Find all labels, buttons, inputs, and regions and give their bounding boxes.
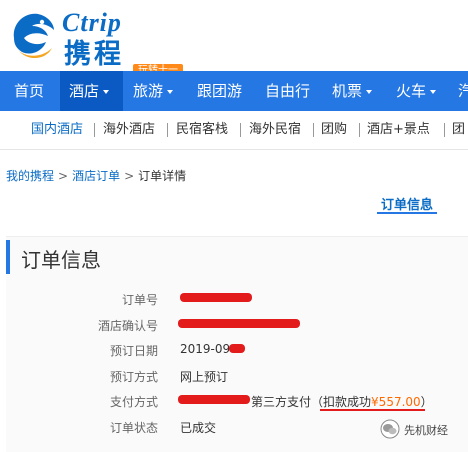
nav-item-label: 机票 bbox=[332, 82, 363, 100]
caret-down-icon bbox=[366, 89, 373, 94]
ctrip-logo[interactable]: Ctrip 携程 bbox=[8, 6, 188, 70]
subnav-item-hotel-plus-sight[interactable]: 酒店+景点 bbox=[367, 111, 430, 149]
subnav-item-group-buy[interactable]: 团购 bbox=[321, 111, 347, 149]
subnav-item-overseas-hotel[interactable]: 海外酒店 bbox=[103, 111, 155, 149]
caret-down-icon bbox=[167, 89, 174, 94]
redaction-mark bbox=[229, 344, 245, 353]
sub-nav: 国内酒店 海外酒店 民宿客栈 海外民宿 团购 酒店+景点 团 bbox=[0, 111, 468, 150]
nav-item-label: 旅游 bbox=[133, 82, 164, 100]
breadcrumb-separator: > bbox=[124, 169, 135, 183]
subnav-divider bbox=[167, 123, 168, 137]
nav-item-hotel[interactable]: 酒店 bbox=[60, 71, 123, 111]
subnav-item-overseas-homestay[interactable]: 海外民宿 bbox=[249, 111, 301, 149]
nav-item-trains[interactable]: 火车 bbox=[396, 71, 437, 111]
payment-amount: ¥557.00 bbox=[371, 395, 421, 409]
subnav-divider bbox=[359, 123, 360, 137]
nav-item-label: 自由行 bbox=[265, 82, 311, 100]
subnav-divider bbox=[240, 123, 241, 137]
brand-cn-name: 携程 bbox=[64, 39, 124, 70]
nav-item-group-tour[interactable]: 跟团游 bbox=[197, 71, 242, 111]
nav-item-label: 首页 bbox=[14, 82, 45, 100]
nav-item-label: 火车 bbox=[396, 82, 427, 100]
booking-method-value: 网上预订 bbox=[180, 370, 229, 384]
nav-item-travel[interactable]: 旅游 bbox=[133, 71, 174, 111]
watermark: 先机财经 bbox=[380, 418, 462, 440]
payment-method-label: 支付方式 bbox=[109, 395, 158, 409]
panel-accent-bar bbox=[6, 240, 10, 274]
subnav-divider bbox=[444, 123, 445, 137]
nav-item-free-travel[interactable]: 自由行 bbox=[265, 71, 310, 111]
order-no-label: 订单号 bbox=[121, 293, 158, 307]
payment-status: 扣款成功 bbox=[323, 395, 372, 409]
paren-close: ） bbox=[420, 395, 433, 409]
subnav-item-domestic-hotel[interactable]: 国内酒店 bbox=[31, 111, 83, 149]
breadcrumb: 我的携程 > 酒店订单 > 订单详情 bbox=[6, 167, 186, 184]
nav-item-label: 跟团游 bbox=[197, 82, 243, 100]
site-header: Ctrip 携程 bbox=[0, 0, 468, 70]
hotel-confirm-no-label: 酒店确认号 bbox=[97, 319, 158, 333]
redaction-mark bbox=[180, 293, 252, 302]
nav-item-home[interactable]: 首页 bbox=[14, 71, 44, 111]
redaction-mark bbox=[178, 319, 300, 328]
subnav-divider bbox=[94, 123, 95, 137]
panel-title: 订单信息 bbox=[21, 248, 101, 272]
paren-open: （ bbox=[311, 395, 324, 409]
order-status-value: 已成交 bbox=[180, 421, 217, 435]
nav-item-label: 酒店 bbox=[69, 82, 100, 100]
order-info-tab[interactable]: 订单信息 bbox=[381, 194, 433, 213]
main-nav: 首页 酒店 旅游 跟团游 自由行 机票 火车 汽 bbox=[0, 71, 468, 111]
subnav-item-more[interactable]: 团 bbox=[452, 111, 465, 149]
subnav-item-homestay[interactable]: 民宿客栈 bbox=[176, 111, 228, 149]
payment-type: 第三方支付 bbox=[251, 395, 312, 409]
nav-item-bus[interactable]: 汽 bbox=[458, 71, 468, 111]
redaction-mark bbox=[178, 395, 250, 404]
breadcrumb-current: 订单详情 bbox=[138, 169, 187, 183]
payment-method-value: 第三方支付（扣款成功¥557.00） bbox=[251, 393, 433, 410]
nav-item-label: 汽 bbox=[458, 82, 468, 100]
dolphin-logo-icon bbox=[13, 13, 54, 59]
watermark-text: 先机财经 bbox=[404, 424, 448, 437]
caret-down-icon bbox=[103, 89, 110, 94]
booking-date-label: 预订日期 bbox=[109, 344, 158, 358]
highlight-underline bbox=[320, 409, 425, 411]
order-info-tab-underline bbox=[377, 212, 437, 214]
booking-date-value: 2019-09- bbox=[180, 342, 235, 356]
breadcrumb-my-ctrip[interactable]: 我的携程 bbox=[6, 169, 54, 183]
booking-method-label: 预订方式 bbox=[109, 370, 158, 384]
wechat-icon bbox=[380, 419, 400, 439]
breadcrumb-separator: > bbox=[58, 169, 69, 183]
subnav-divider bbox=[313, 123, 314, 137]
order-status-label: 订单状态 bbox=[109, 421, 158, 435]
caret-down-icon bbox=[430, 89, 437, 94]
nav-item-flights[interactable]: 机票 bbox=[332, 71, 373, 111]
breadcrumb-hotel-orders[interactable]: 酒店订单 bbox=[72, 169, 120, 183]
